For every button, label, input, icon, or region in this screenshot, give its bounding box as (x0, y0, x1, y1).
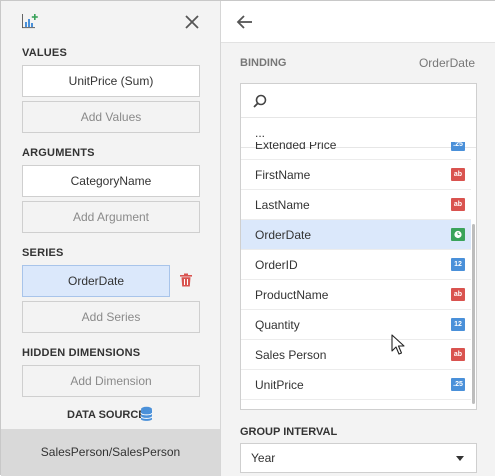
binding-panel: BINDING OrderDate ... Extended Price .25 F… (221, 1, 495, 476)
add-argument-button[interactable]: Add Argument (22, 201, 200, 233)
field-list-item[interactable]: UnitPrice .25 (241, 370, 471, 400)
numeric-type-icon: 12 (451, 258, 465, 271)
text-type-icon: ab (451, 198, 465, 211)
field-list: ... Extended Price .25 FirstName ab LastName… (240, 83, 477, 410)
values-item[interactable]: UnitPrice (Sum) (22, 65, 200, 97)
series-section-label: SERIES (22, 247, 64, 259)
field-list-item[interactable]: LastName ab (241, 190, 471, 220)
arguments-section-label: ARGUMENTS (22, 147, 95, 159)
text-type-icon: ab (451, 348, 465, 361)
chart-add-icon[interactable] (21, 13, 39, 29)
left-toolbar (1, 1, 221, 43)
group-interval-value: Year (251, 451, 276, 465)
field-list-scrollbar[interactable] (472, 224, 475, 404)
field-name: UnitPrice (255, 378, 304, 392)
field-search-input[interactable] (241, 84, 476, 118)
field-name: Extended Price (255, 142, 337, 152)
trash-icon[interactable] (179, 273, 193, 287)
field-list-item[interactable]: Quantity 12 (241, 310, 471, 340)
data-items-panel: VALUES UnitPrice (Sum) Add Values ARGUME… (1, 1, 221, 476)
field-name: Sales Person (255, 348, 327, 362)
series-item[interactable]: OrderDate (22, 265, 170, 297)
field-name: OrderDate (255, 228, 312, 242)
arguments-item[interactable]: CategoryName (22, 165, 200, 197)
search-icon (253, 94, 267, 108)
field-list-item[interactable]: Sales Person ab (241, 340, 471, 370)
field-name: LastName (255, 198, 310, 212)
add-series-button[interactable]: Add Series (22, 301, 200, 333)
values-section-label: VALUES (22, 47, 68, 59)
data-source-label: DATA SOURCE (67, 409, 146, 421)
data-item-binding-panel: VALUES UnitPrice (Sum) Add Values ARGUME… (0, 0, 495, 476)
field-name: ProductName (255, 288, 329, 302)
numeric-type-icon: 12 (451, 318, 465, 331)
field-name: FirstName (255, 168, 311, 182)
field-list-item[interactable]: OrderDate (241, 220, 471, 250)
numeric-type-icon: .25 (451, 378, 465, 391)
data-source-selector[interactable]: SalesPerson/SalesPerson (1, 429, 220, 476)
field-list-item[interactable]: ProductName ab (241, 280, 471, 310)
binding-label: BINDING (240, 57, 287, 69)
group-interval-select[interactable]: Year (240, 443, 477, 473)
field-name: Quantity (255, 318, 300, 332)
binding-header (221, 1, 495, 43)
binding-value: OrderDate (418, 56, 475, 70)
field-list-item[interactable]: FirstName ab (241, 160, 471, 190)
hidden-dimensions-label: HIDDEN DIMENSIONS (22, 347, 141, 359)
add-values-button[interactable]: Add Values (22, 101, 200, 133)
database-icon (140, 406, 153, 421)
field-list-item[interactable]: OrderID 12 (241, 250, 471, 280)
text-type-icon: ab (451, 168, 465, 181)
add-dimension-button[interactable]: Add Dimension (22, 365, 200, 397)
clock-icon (451, 228, 465, 241)
text-type-icon: ab (451, 288, 465, 301)
group-interval-label: GROUP INTERVAL (240, 426, 338, 438)
field-list-item[interactable]: Extended Price .25 (241, 142, 471, 160)
numeric-type-icon: .25 (451, 142, 465, 151)
back-arrow-icon[interactable] (236, 13, 254, 31)
chevron-down-icon (456, 456, 464, 461)
close-icon[interactable] (182, 12, 202, 32)
field-list-items: Extended Price .25 FirstName ab LastName ab Or… (241, 142, 476, 409)
field-name: OrderID (255, 258, 298, 272)
